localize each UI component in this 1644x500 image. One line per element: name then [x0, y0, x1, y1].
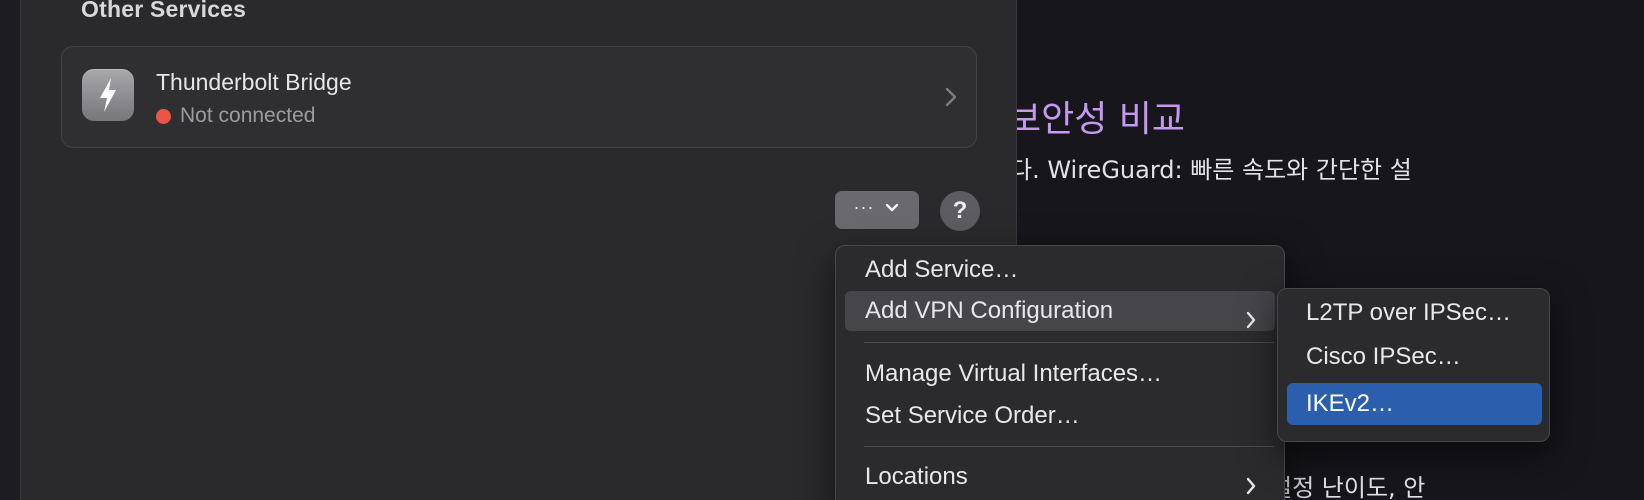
help-button[interactable]: ?: [940, 191, 980, 231]
menu-item-label: Set Service Order…: [865, 402, 1080, 429]
menu-separator: [864, 446, 1274, 447]
sidebar-edge: [0, 0, 21, 500]
more-actions-button[interactable]: ···: [835, 191, 919, 229]
menu-item-label: Add Service…: [865, 256, 1019, 283]
thunderbolt-icon: [82, 69, 134, 121]
service-status: Not connected: [156, 103, 315, 129]
chevron-right-icon: [1245, 468, 1257, 500]
menu-item-add-vpn-configuration[interactable]: Add VPN Configuration: [845, 291, 1275, 331]
menu-item-label: Manage Virtual Interfaces…: [865, 360, 1163, 387]
status-dot-icon: [156, 108, 171, 124]
document-text-line: 설정 난이도, 안: [1270, 474, 1426, 500]
menu-item-locations[interactable]: Locations: [845, 457, 1275, 497]
submenu-item-cisco-ipsec[interactable]: Cisco IPSec…: [1287, 336, 1542, 378]
menu-item-set-service-order[interactable]: Set Service Order…: [845, 396, 1275, 436]
menu-item-add-service[interactable]: Add Service…: [845, 250, 1275, 290]
chevron-right-icon: [944, 85, 958, 114]
menu-separator: [864, 342, 1274, 343]
document-heading: 보안성 비교: [1008, 99, 1186, 140]
section-title: Other Services: [81, 0, 247, 22]
context-menu: Add Service… Add VPN Configuration Manag…: [835, 245, 1285, 500]
chevron-right-icon: [1245, 302, 1257, 342]
screen: 보안성 비교 다. WireGuard: 빠른 속도와 간단한 설 설정 난이도…: [0, 0, 1644, 500]
menu-item-label: Add VPN Configuration: [865, 297, 1114, 324]
service-name: Thunderbolt Bridge: [156, 69, 352, 95]
menu-item-manage-virtual-interfaces[interactable]: Manage Virtual Interfaces…: [845, 354, 1275, 394]
vpn-type-submenu: L2TP over IPSec… Cisco IPSec… IKEv2…: [1277, 288, 1550, 442]
submenu-item-l2tp-over-ipsec[interactable]: L2TP over IPSec…: [1287, 292, 1542, 334]
submenu-item-ikev2[interactable]: IKEv2…: [1287, 383, 1542, 425]
ellipsis-icon: ···: [853, 197, 875, 217]
status-text: Not connected: [180, 104, 316, 127]
document-text-line: 다. WireGuard: 빠른 속도와 간단한 설: [1010, 156, 1412, 184]
menu-item-label: Locations: [865, 463, 968, 490]
chevron-down-icon: [884, 201, 900, 219]
service-row-thunderbolt-bridge[interactable]: Thunderbolt Bridge Not connected: [61, 46, 977, 148]
